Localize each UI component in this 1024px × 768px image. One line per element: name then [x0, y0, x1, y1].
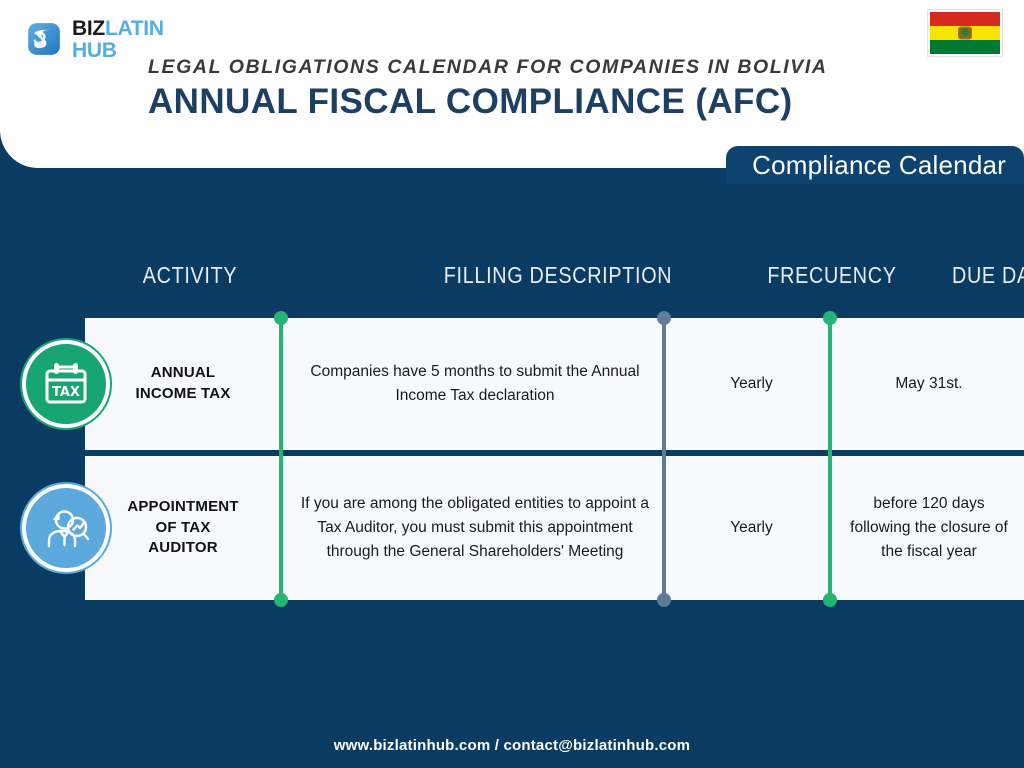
- page-title: ANNUAL FISCAL COMPLIANCE (AFC): [148, 82, 793, 121]
- divider-dot-bottom: [823, 593, 837, 607]
- column-divider-green-right: [823, 311, 837, 607]
- bolivia-flag: [928, 10, 1002, 56]
- brand-biz: BIZ: [72, 17, 105, 40]
- activity-label: ANNUAL INCOME TAX: [135, 364, 231, 402]
- compliance-calendar-tab[interactable]: Compliance Calendar: [726, 146, 1024, 184]
- divider-dot-bottom: [274, 593, 288, 607]
- brand-latin: LATIN: [104, 17, 164, 40]
- divider-bar: [279, 318, 283, 600]
- cell-activity: APPOINTMENT OF TAX AUDITOR: [85, 456, 281, 600]
- description-text: If you are among the obligated entities …: [300, 494, 650, 560]
- cell-description: If you are among the obligated entities …: [281, 456, 669, 600]
- due-date-text: May 31st.: [895, 374, 963, 392]
- due-date-text: before 120 days following the closure of…: [850, 494, 1008, 560]
- compliance-calendar-tab-label: Compliance Calendar: [752, 149, 1006, 180]
- divider-bar: [828, 318, 832, 600]
- divider-dot-bottom: [657, 593, 671, 607]
- tax-calendar-glyph: TAX: [45, 363, 87, 404]
- brand-logo[interactable]: BIZLATIN HUB: [24, 16, 164, 61]
- cell-activity: ANNUAL INCOME TAX: [85, 318, 281, 450]
- activity-label: APPOINTMENT OF TAX AUDITOR: [127, 497, 239, 557]
- flag-stripe-red: [930, 12, 1000, 26]
- bolivia-coat-of-arms-icon: [959, 27, 971, 39]
- header-band: BIZLATIN HUB LEGAL OBLIGATIONS CALENDAR …: [0, 0, 1024, 168]
- bizlatinhub-infinity-mark: [28, 22, 60, 55]
- column-header-description: FILLING DESCRIPTION: [443, 262, 673, 288]
- svg-text:TAX: TAX: [52, 385, 80, 400]
- column-header-due-date: DUE DATE: [951, 262, 1024, 288]
- cell-frequency: Yearly: [669, 456, 834, 600]
- frequency-text: Yearly: [730, 519, 773, 536]
- table-row: APPOINTMENT OF TAX AUDITOR If you are amon…: [85, 456, 1024, 600]
- column-divider-slate-middle: [657, 311, 671, 607]
- cell-due-date: May 31st.: [834, 318, 1024, 450]
- frequency-text: Yearly: [730, 375, 773, 392]
- brand-wordmark: BIZLATIN HUB: [72, 16, 164, 61]
- table-column-headers: ACTIVITY FILLING DESCRIPTION FRECUENCY D…: [85, 262, 1024, 302]
- column-header-frequency: FRECUENCY: [767, 262, 897, 288]
- auditor-magnifier-glyph: [47, 510, 90, 548]
- cell-due-date: before 120 days following the closure of…: [834, 456, 1024, 600]
- table-row: ANNUAL INCOME TAX Companies have 5 months…: [85, 318, 1024, 450]
- flag-stripe-green: [930, 40, 1000, 54]
- header-eyebrow: LEGAL OBLIGATIONS CALENDAR FOR COMPANIES…: [148, 56, 828, 78]
- column-divider-green-left: [274, 311, 288, 607]
- infographic-canvas: BIZLATIN HUB LEGAL OBLIGATIONS CALENDAR …: [0, 0, 1024, 768]
- divider-bar: [662, 318, 666, 600]
- description-text: Companies have 5 months to submit the An…: [310, 362, 640, 404]
- column-header-activity: ACTIVITY: [142, 262, 238, 288]
- cell-description: Companies have 5 months to submit the An…: [281, 318, 669, 450]
- footer-contact[interactable]: www.bizlatinhub.com / contact@bizlatinhu…: [0, 737, 1024, 754]
- auditor-magnifier-icon: [22, 484, 110, 572]
- cell-frequency: Yearly: [669, 318, 834, 450]
- tax-calendar-icon: TAX: [22, 340, 110, 428]
